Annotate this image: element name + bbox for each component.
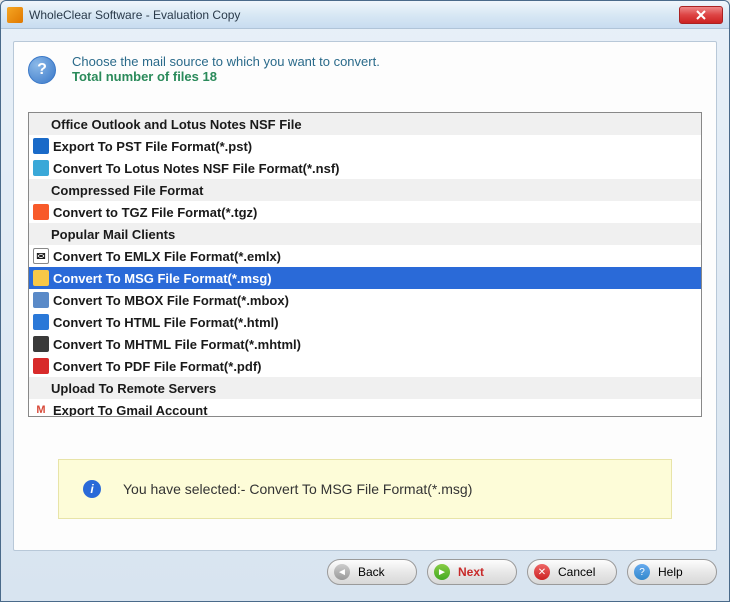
cancel-label: Cancel xyxy=(558,565,595,579)
status-box: i You have selected:- Convert To MSG Fil… xyxy=(58,459,672,519)
header-text: Choose the mail source to which you want… xyxy=(72,54,380,84)
status-message: You have selected:- Convert To MSG File … xyxy=(123,481,472,497)
question-icon: ? xyxy=(28,56,56,84)
list-item-label: Export To PST File Format(*.pst) xyxy=(53,139,252,154)
titlebar: WholeClear Software - Evaluation Copy xyxy=(1,1,729,29)
prompt-text: Choose the mail source to which you want… xyxy=(72,54,380,69)
gmail-icon: M xyxy=(33,402,49,416)
list-item[interactable]: Convert To PDF File Format(*.pdf) xyxy=(29,355,701,377)
list-item-label: Convert To Lotus Notes NSF File Format(*… xyxy=(53,161,340,176)
list-item[interactable]: Export To PST File Format(*.pst) xyxy=(29,135,701,157)
help-label: Help xyxy=(658,565,683,579)
emlx-icon: ✉ xyxy=(33,248,49,264)
close-icon xyxy=(696,10,706,20)
header-row: ? Choose the mail source to which you wa… xyxy=(28,54,702,84)
mbox-icon xyxy=(33,292,49,308)
mhtml-icon xyxy=(33,336,49,352)
button-bar: ◄ Back ► Next ✕ Cancel ? Help xyxy=(13,559,717,589)
arrow-right-icon: ► xyxy=(434,564,450,580)
next-button[interactable]: ► Next xyxy=(427,559,517,585)
list-item[interactable]: M Export To Gmail Account xyxy=(29,399,701,416)
cancel-button[interactable]: ✕ Cancel xyxy=(527,559,617,585)
pdf-icon xyxy=(33,358,49,374)
help-icon: ? xyxy=(634,564,650,580)
list-item-label: Convert To MBOX File Format(*.mbox) xyxy=(53,293,289,308)
list-heading: Office Outlook and Lotus Notes NSF File xyxy=(29,113,701,135)
window-title: WholeClear Software - Evaluation Copy xyxy=(29,8,679,22)
back-label: Back xyxy=(358,565,385,579)
list-item[interactable]: Convert To MBOX File Format(*.mbox) xyxy=(29,289,701,311)
list-item-label: Convert To MSG File Format(*.msg) xyxy=(53,271,272,286)
tgz-icon xyxy=(33,204,49,220)
list-item[interactable]: Convert to TGZ File Format(*.tgz) xyxy=(29,201,701,223)
list-item[interactable]: Convert To MSG File Format(*.msg) xyxy=(29,267,701,289)
list-item[interactable]: Convert To HTML File Format(*.html) xyxy=(29,311,701,333)
list-heading: Compressed File Format xyxy=(29,179,701,201)
msg-icon xyxy=(33,270,49,286)
cancel-icon: ✕ xyxy=(534,564,550,580)
list-item-label: Convert To HTML File Format(*.html) xyxy=(53,315,279,330)
help-button[interactable]: ? Help xyxy=(627,559,717,585)
list-heading: Popular Mail Clients xyxy=(29,223,701,245)
list-item-label: Convert To MHTML File Format(*.mhtml) xyxy=(53,337,301,352)
back-button[interactable]: ◄ Back xyxy=(327,559,417,585)
close-button[interactable] xyxy=(679,6,723,24)
app-icon xyxy=(7,7,23,23)
list-item[interactable]: Convert To Lotus Notes NSF File Format(*… xyxy=(29,157,701,179)
content-frame: ? Choose the mail source to which you wa… xyxy=(13,41,717,551)
list-item-label: Convert To EMLX File Format(*.emlx) xyxy=(53,249,281,264)
nsf-icon xyxy=(33,160,49,176)
file-count-text: Total number of files 18 xyxy=(72,69,380,84)
next-label: Next xyxy=(458,565,484,579)
list-item[interactable]: ✉ Convert To EMLX File Format(*.emlx) xyxy=(29,245,701,267)
list-item-label: Convert To PDF File Format(*.pdf) xyxy=(53,359,261,374)
list-heading: Upload To Remote Servers xyxy=(29,377,701,399)
format-list[interactable]: Office Outlook and Lotus Notes NSF File E… xyxy=(28,112,702,417)
list-item[interactable]: Convert To MHTML File Format(*.mhtml) xyxy=(29,333,701,355)
list-item-label: Convert to TGZ File Format(*.tgz) xyxy=(53,205,257,220)
list-item-label: Export To Gmail Account xyxy=(53,403,208,417)
html-icon xyxy=(33,314,49,330)
app-window: WholeClear Software - Evaluation Copy ? … xyxy=(0,0,730,602)
arrow-left-icon: ◄ xyxy=(334,564,350,580)
info-icon: i xyxy=(83,480,101,498)
pst-icon xyxy=(33,138,49,154)
